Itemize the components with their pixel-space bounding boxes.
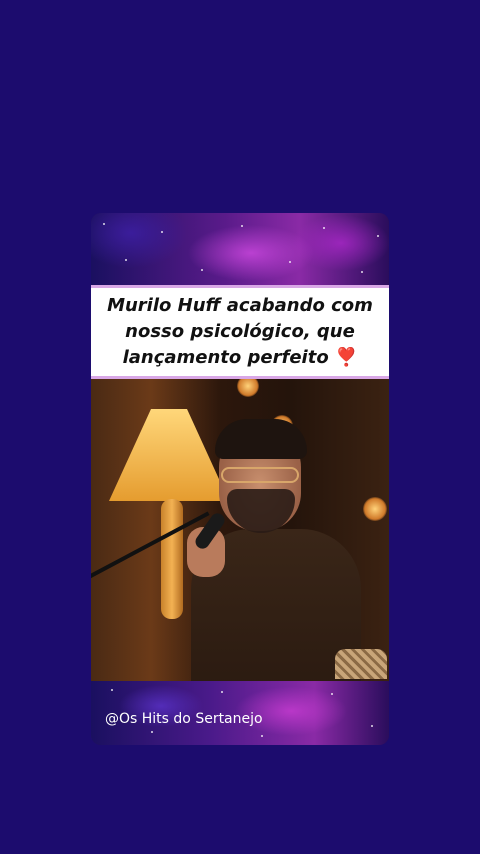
caption-box: Murilo Huff acabando com nosso psicológi… [91,285,389,379]
heart-exclamation-icon: ❣️ [334,347,358,368]
glasses [221,467,299,483]
galaxy-banner-top [91,213,389,285]
post-card[interactable]: Murilo Huff acabando com nosso psicológi… [91,213,389,745]
singer-hair [215,419,307,459]
screen: { "post": { "caption_line1": "Murilo Huf… [0,0,480,854]
caption-line-2: nosso psicológico, que [125,321,355,342]
watermark-handle: @Os Hits do Sertanejo [105,711,263,727]
caption-line-3: lançamento perfeito [122,347,329,368]
chair [335,649,387,679]
caption-text: Murilo Huff acabando com nosso psicológi… [93,293,387,371]
lamp-base [161,499,183,619]
caption-line-1: Murilo Huff acabando com [107,295,373,316]
singer-photo[interactable] [91,379,389,681]
